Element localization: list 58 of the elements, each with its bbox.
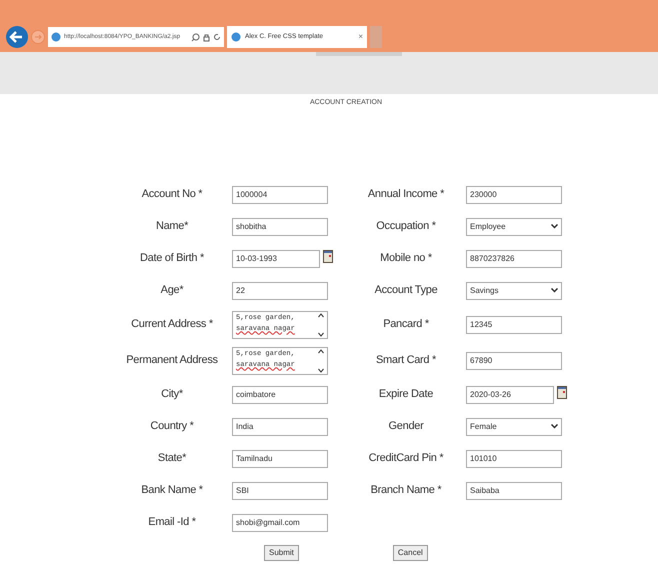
- field-label: Name*: [156, 219, 188, 234]
- field-label: Branch Name *: [370, 483, 442, 498]
- globe-icon: [231, 32, 241, 42]
- dropdown[interactable]: Female: [466, 418, 562, 436]
- field-label: Smart Card *: [376, 353, 436, 368]
- dropdown[interactable]: Employee: [466, 218, 562, 236]
- date-field[interactable]: 10-03-1993: [232, 250, 320, 268]
- field-label: Country *: [150, 419, 194, 434]
- text-field[interactable]: India: [232, 418, 328, 436]
- text-field[interactable]: 1000004: [232, 186, 328, 204]
- text-field[interactable]: 22: [232, 282, 328, 300]
- scroll-down-icon[interactable]: [318, 332, 324, 336]
- cancel-button[interactable]: Cancel: [392, 544, 428, 560]
- text-field[interactable]: Tamilnadu: [232, 450, 328, 468]
- submit-button[interactable]: Submit: [264, 544, 299, 560]
- text-field[interactable]: Saibaba: [466, 482, 562, 500]
- field-label: City*: [161, 387, 183, 402]
- chevron-down-icon: [551, 288, 558, 293]
- text-field[interactable]: shobitha: [232, 218, 328, 236]
- chevron-down-icon: [551, 224, 558, 229]
- field-label: Date of Birth *: [140, 251, 204, 266]
- text-field[interactable]: 12345: [466, 316, 562, 334]
- text-field[interactable]: coimbatore: [232, 386, 328, 404]
- field-label: Account No *: [142, 187, 202, 202]
- text-field[interactable]: shobi@gmail.com: [232, 514, 328, 532]
- text-field[interactable]: 67890: [466, 352, 562, 370]
- text-field[interactable]: 101010: [466, 450, 562, 468]
- text-field[interactable]: 8870237826: [466, 250, 562, 268]
- close-tab-button[interactable]: ×: [358, 31, 363, 43]
- text-field[interactable]: 230000: [466, 186, 562, 204]
- calendar-icon[interactable]: [323, 250, 333, 262]
- field-label: Permanent Address: [126, 353, 218, 368]
- field-label: Mobile no *: [380, 251, 432, 266]
- back-icon[interactable]: [6, 26, 28, 48]
- date-field[interactable]: 2020-03-26: [466, 386, 554, 404]
- field-label: Email -Id *: [148, 515, 196, 530]
- text-field[interactable]: SBI: [232, 482, 328, 500]
- field-label: CreditCard Pin *: [368, 451, 444, 466]
- lock-icon[interactable]: [203, 32, 210, 42]
- field-label: Pancard *: [383, 317, 429, 332]
- field-label: Occupation *: [376, 219, 436, 234]
- field-label: Account Type: [374, 283, 438, 298]
- scroll-up-icon[interactable]: [318, 348, 324, 354]
- field-label: Annual Income *: [368, 187, 444, 202]
- field-label: Expire Date: [378, 387, 434, 402]
- field-label: Current Address *: [131, 317, 213, 332]
- search-icon[interactable]: [191, 32, 200, 42]
- dropdown[interactable]: Savings: [466, 282, 562, 300]
- field-label: Age*: [160, 283, 184, 298]
- chevron-down-icon: [551, 424, 558, 429]
- globe-icon: [51, 32, 61, 42]
- field-label: Gender: [388, 419, 424, 434]
- refresh-icon[interactable]: [213, 33, 221, 41]
- field-label: State*: [158, 451, 186, 466]
- field-label: Bank Name *: [141, 483, 203, 498]
- scroll-down-icon[interactable]: [318, 368, 324, 372]
- calendar-icon[interactable]: [557, 386, 567, 398]
- scroll-up-icon[interactable]: [318, 312, 324, 318]
